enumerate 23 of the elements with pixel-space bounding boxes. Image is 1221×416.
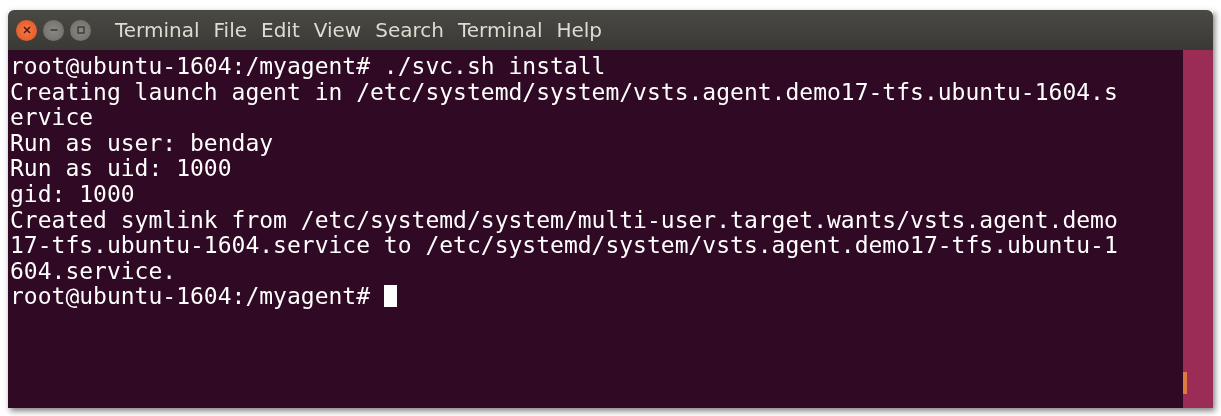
terminal-line: root@ubuntu-1604:/myagent# ./svc.sh install <box>10 53 606 79</box>
menu-item[interactable]: Search <box>375 18 444 42</box>
terminal-line: Creating launch agent in /etc/systemd/system/vsts.agent.demo17-tfs.ubuntu-1604.s <box>10 78 1118 105</box>
close-icon <box>21 25 32 35</box>
terminal-line: 604.service. <box>10 257 177 284</box>
close-button[interactable] <box>16 19 37 41</box>
terminal-line: 17-tfs.ubuntu-1604.service to /etc/systemd/system/vsts.agent.demo17-tfs.ubuntu-1 <box>10 232 1118 259</box>
maximize-icon <box>75 25 86 35</box>
menu-item[interactable]: Terminal <box>457 18 543 42</box>
maximize-button[interactable] <box>70 19 91 41</box>
terminal-line: Run as user: benday <box>10 129 274 156</box>
terminal-line: ervice <box>10 104 94 131</box>
window-title: Terminal <box>115 18 200 42</box>
terminal-line: Created symlink from /etc/systemd/system/multi-user.target.wants/vsts.agent.demo <box>10 206 1118 233</box>
menu-item[interactable]: Edit <box>261 18 300 42</box>
terminal-line: root@ubuntu-1604:/myagent# <box>10 283 372 310</box>
terminal-line: gid: 1000 <box>10 180 135 207</box>
scrollbar-mark <box>1183 372 1187 394</box>
menu-item[interactable]: Help <box>556 18 603 42</box>
terminal-line: Run as uid: 1000 <box>10 155 232 182</box>
menu-item[interactable]: File <box>213 18 247 42</box>
minimize-button[interactable] <box>43 19 64 41</box>
menu-item[interactable]: View <box>313 18 362 42</box>
